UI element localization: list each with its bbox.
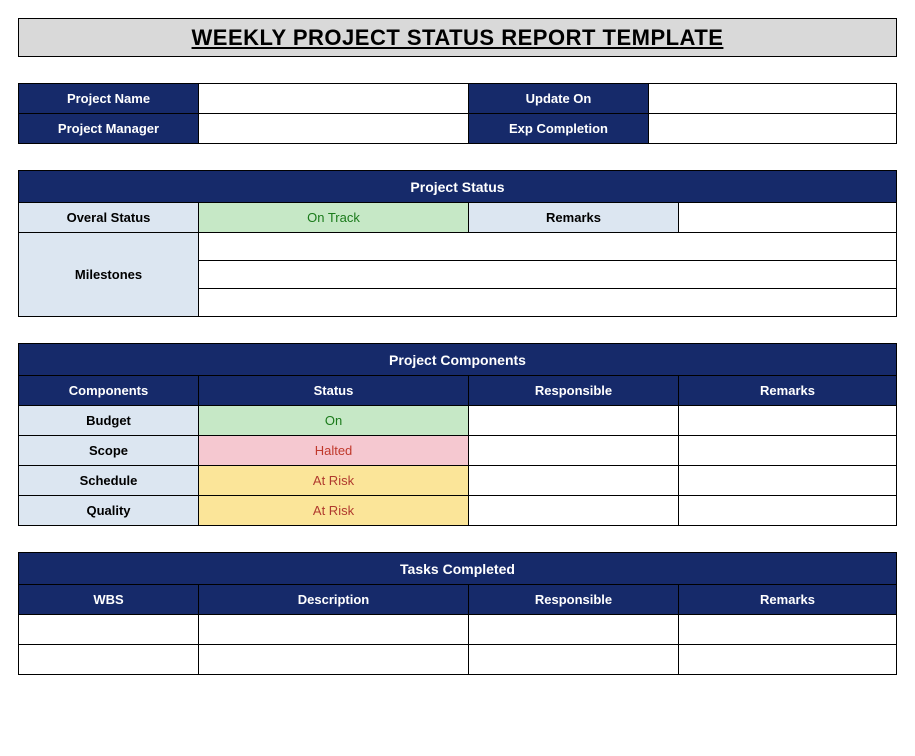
project-name-value[interactable]: [199, 84, 469, 114]
overall-status-label: Overal Status: [19, 203, 199, 233]
title-table: WEEKLY PROJECT STATUS REPORT TEMPLATE: [18, 18, 897, 57]
component-status[interactable]: At Risk: [199, 466, 469, 496]
component-name: Schedule: [19, 466, 199, 496]
task-description[interactable]: [199, 645, 469, 675]
project-components-table: Project Components Components Status Res…: [18, 343, 897, 526]
milestones-label: Milestones: [19, 233, 199, 317]
milestone-1[interactable]: [199, 233, 897, 261]
exp-completion-value[interactable]: [649, 114, 897, 144]
tasks-completed-table: Tasks Completed WBS Description Responsi…: [18, 552, 897, 675]
remarks-value[interactable]: [679, 203, 897, 233]
task-wbs[interactable]: [19, 615, 199, 645]
col-components: Components: [19, 376, 199, 406]
component-name: Scope: [19, 436, 199, 466]
component-status[interactable]: Halted: [199, 436, 469, 466]
update-on-value[interactable]: [649, 84, 897, 114]
project-name-label: Project Name: [19, 84, 199, 114]
task-remarks[interactable]: [679, 645, 897, 675]
milestone-3[interactable]: [199, 289, 897, 317]
project-status-header: Project Status: [19, 171, 897, 203]
component-remarks[interactable]: [679, 436, 897, 466]
component-remarks[interactable]: [679, 406, 897, 436]
component-status[interactable]: At Risk: [199, 496, 469, 526]
col-responsible: Responsible: [469, 376, 679, 406]
component-responsible[interactable]: [469, 436, 679, 466]
component-remarks[interactable]: [679, 466, 897, 496]
component-name: Budget: [19, 406, 199, 436]
exp-completion-label: Exp Completion: [469, 114, 649, 144]
col-wbs: WBS: [19, 585, 199, 615]
col-remarks: Remarks: [679, 585, 897, 615]
component-status[interactable]: On: [199, 406, 469, 436]
project-info-table: Project Name Update On Project Manager E…: [18, 83, 897, 144]
col-responsible: Responsible: [469, 585, 679, 615]
col-remarks: Remarks: [679, 376, 897, 406]
col-description: Description: [199, 585, 469, 615]
task-responsible[interactable]: [469, 645, 679, 675]
component-remarks[interactable]: [679, 496, 897, 526]
component-name: Quality: [19, 496, 199, 526]
remarks-label: Remarks: [469, 203, 679, 233]
component-responsible[interactable]: [469, 406, 679, 436]
component-responsible[interactable]: [469, 466, 679, 496]
col-status: Status: [199, 376, 469, 406]
task-responsible[interactable]: [469, 615, 679, 645]
component-responsible[interactable]: [469, 496, 679, 526]
task-wbs[interactable]: [19, 645, 199, 675]
update-on-label: Update On: [469, 84, 649, 114]
tasks-completed-header: Tasks Completed: [19, 553, 897, 585]
task-remarks[interactable]: [679, 615, 897, 645]
overall-status-value[interactable]: On Track: [199, 203, 469, 233]
project-status-table: Project Status Overal Status On Track Re…: [18, 170, 897, 317]
project-components-header: Project Components: [19, 344, 897, 376]
milestone-2[interactable]: [199, 261, 897, 289]
project-manager-label: Project Manager: [19, 114, 199, 144]
project-manager-value[interactable]: [199, 114, 469, 144]
task-description[interactable]: [199, 615, 469, 645]
page-title: WEEKLY PROJECT STATUS REPORT TEMPLATE: [19, 19, 897, 57]
